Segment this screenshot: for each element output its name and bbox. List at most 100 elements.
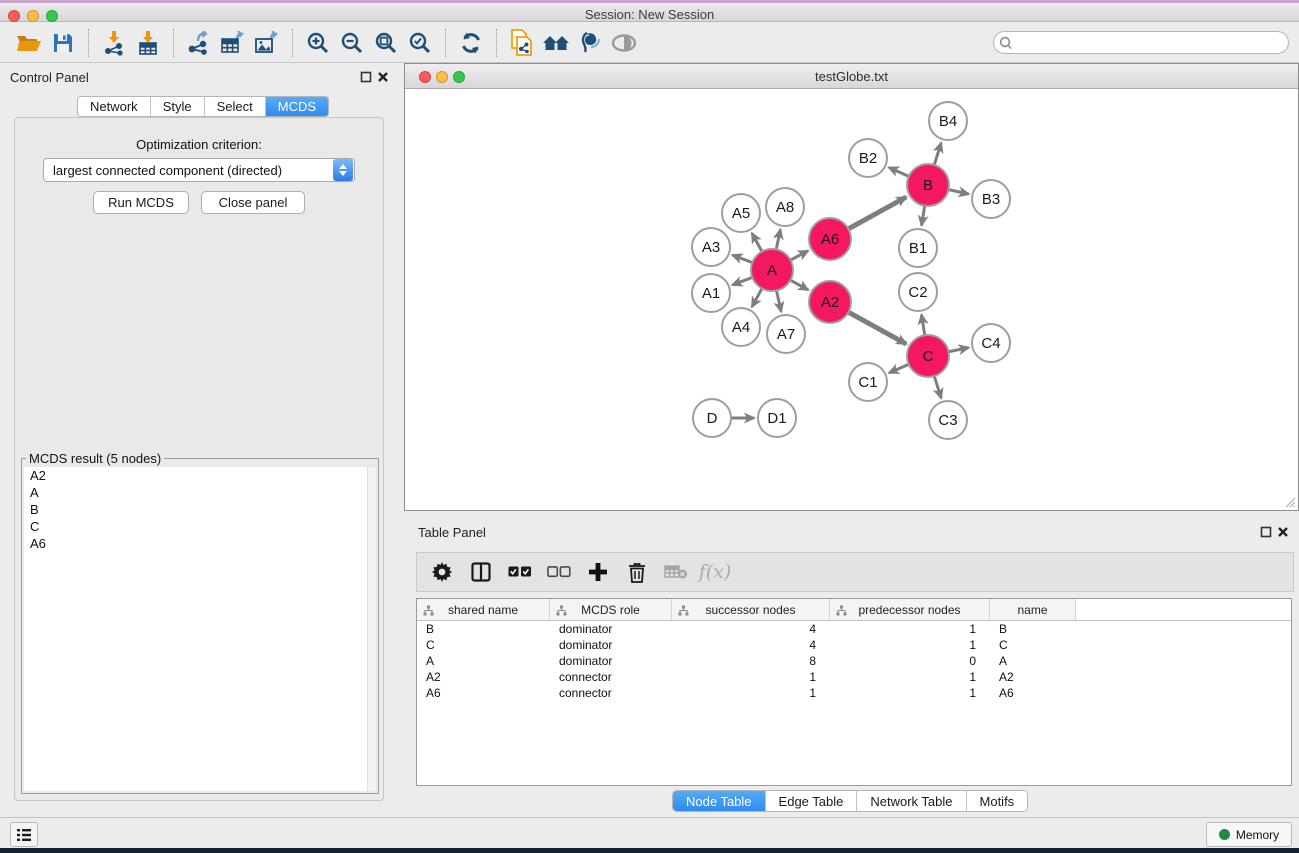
show-all-networks-button[interactable] [539,27,573,59]
graph-node-A3[interactable]: A3 [692,228,730,266]
chevron-up-icon [339,164,347,169]
select-all-columns-button[interactable] [505,557,535,587]
graph-node-C[interactable]: C [907,335,949,377]
graph-node-A[interactable]: A [751,249,793,291]
graph-node-B4[interactable]: B4 [929,102,967,140]
hierarchy-icon [556,605,567,616]
table-cell: A6 [417,685,550,701]
tab-edge-table[interactable]: Edge Table [766,791,858,811]
zoom-selected-button[interactable] [403,27,437,59]
zoom-in-icon [306,31,330,55]
hide-graphics-details-button[interactable] [607,27,641,59]
column-header-name[interactable]: name [990,599,1076,620]
graph-node-B[interactable]: B [907,164,949,206]
export-image-button[interactable] [250,27,284,59]
graph-node-D1[interactable]: D1 [758,399,796,437]
graph-node-A4[interactable]: A4 [722,308,760,346]
close-table-panel-icon[interactable] [1277,526,1289,538]
table-row[interactable]: A2connector11A2 [417,669,1291,685]
graph-node-label: A3 [702,239,720,256]
tab-style[interactable]: Style [151,97,205,116]
tab-motifs[interactable]: Motifs [967,791,1028,811]
tab-select[interactable]: Select [205,97,266,116]
mcds-result-item[interactable]: B [24,501,376,518]
graph-node-A6[interactable]: A6 [809,218,851,260]
show-graphics-details-button[interactable] [573,27,607,59]
column-header-MCDS-role[interactable]: MCDS role [550,599,672,620]
table-row[interactable]: A6connector11A6 [417,685,1291,701]
table-row[interactable]: Cdominator41C [417,637,1291,653]
graph-node-label: C [923,348,934,365]
column-header-shared-name[interactable]: shared name [417,599,550,620]
delete-columns-button[interactable] [622,557,652,587]
toolbar-separator [88,29,89,57]
graph-node-B3[interactable]: B3 [972,180,1010,218]
table-toolbar: f(x) [416,552,1294,592]
show-columns-button[interactable] [466,557,496,587]
graph-node-B1[interactable]: B1 [899,229,937,267]
graph-node-C1[interactable]: C1 [849,363,887,401]
mcds-result-list[interactable]: A2ABCA6 [24,467,376,791]
tab-mcds[interactable]: MCDS [266,97,328,116]
delete-table-button[interactable] [661,557,691,587]
run-mcds-button[interactable]: Run MCDS [93,191,189,214]
table-cell: 4 [672,621,830,637]
graph-node-C4[interactable]: C4 [972,324,1010,362]
close-panel-icon[interactable] [377,71,389,83]
table-settings-button[interactable] [427,557,457,587]
graph-node-A1[interactable]: A1 [692,274,730,312]
table-cell: 8 [672,653,830,669]
table-row[interactable]: Adominator80A [417,653,1291,669]
open-session-button[interactable] [12,27,46,59]
mcds-result-item[interactable]: C [24,518,376,535]
close-panel-button[interactable]: Close panel [201,191,305,214]
import-table-button[interactable] [131,27,165,59]
graph-node-A2[interactable]: A2 [809,281,851,323]
graph-node-label: B1 [909,240,927,257]
graph-node-A5[interactable]: A5 [722,194,760,232]
resize-grip[interactable] [1284,496,1296,508]
show-task-history-button[interactable] [10,822,38,847]
float-table-panel-icon[interactable] [1260,526,1272,538]
trash-icon [628,562,646,583]
memory-button[interactable]: Memory [1206,822,1292,847]
graph-node-C2[interactable]: C2 [899,273,937,311]
graph-node-D[interactable]: D [693,399,731,437]
mcds-result-item[interactable]: A2 [24,467,376,484]
mcds-result-item[interactable]: A [24,484,376,501]
network-window-titlebar[interactable]: testGlobe.txt [405,64,1298,89]
graph-node-A7[interactable]: A7 [767,315,805,353]
optimization-criterion-value: largest connected component (directed) [44,163,333,178]
duplicate-network-button[interactable] [505,27,539,59]
tab-node-table[interactable]: Node Table [673,791,766,811]
zoom-out-button[interactable] [335,27,369,59]
search-input[interactable] [1016,36,1266,50]
graph-node-B2[interactable]: B2 [849,139,887,177]
unselect-all-columns-button[interactable] [544,557,574,587]
task-list-icon [16,828,32,842]
graph-node-C3[interactable]: C3 [929,401,967,439]
export-table-button[interactable] [216,27,250,59]
search-field[interactable] [993,31,1289,54]
apply-layout-button[interactable] [454,27,488,59]
memory-status-icon [1219,829,1230,840]
column-header-successor-nodes[interactable]: successor nodes [672,599,830,620]
table-row[interactable]: Bdominator41B [417,621,1291,637]
column-header-predecessor-nodes[interactable]: predecessor nodes [830,599,990,620]
graph-node-label: D1 [767,410,786,427]
export-network-button[interactable] [182,27,216,59]
zoom-in-button[interactable] [301,27,335,59]
tab-network-table[interactable]: Network Table [857,791,966,811]
import-network-button[interactable] [97,27,131,59]
network-canvas[interactable]: B4 B2 B B3 A8A5 A6 A3 B1 A C2 A1 A2 A4A7 C4 C C1 D D1 C3 [405,89,1298,510]
create-column-button[interactable] [583,557,613,587]
float-panel-icon[interactable] [360,71,372,83]
graph-node-A8[interactable]: A8 [766,188,804,226]
zoom-fit-button[interactable] [369,27,403,59]
function-builder-button[interactable]: f(x) [700,557,730,587]
mcds-result-item[interactable]: A6 [24,535,376,552]
tab-network[interactable]: Network [78,97,151,116]
list-scrollbar[interactable] [367,467,376,791]
optimization-criterion-select[interactable]: largest connected component (directed) [43,158,355,182]
save-session-button[interactable] [46,27,80,59]
